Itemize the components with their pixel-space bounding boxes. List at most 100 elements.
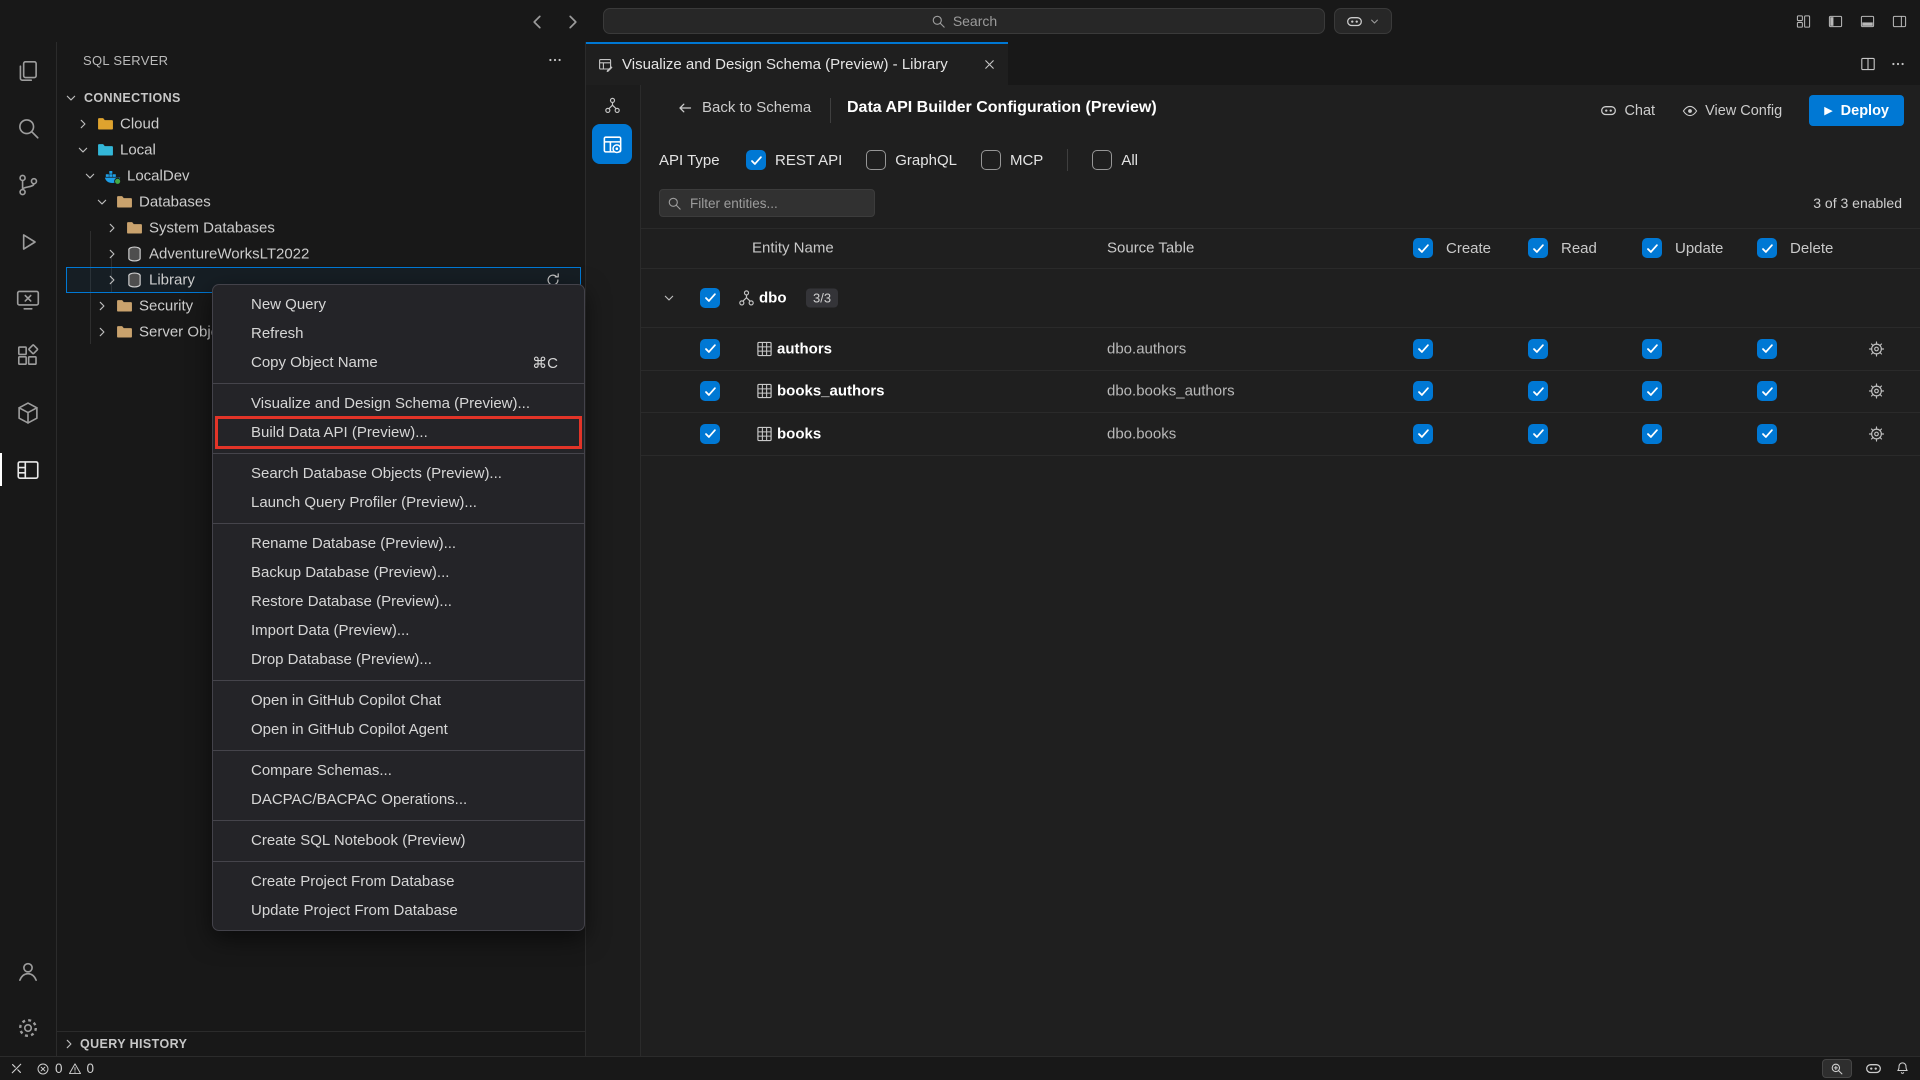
row-settings-gear-icon[interactable] xyxy=(1868,340,1885,357)
all-checkbox[interactable] xyxy=(1092,150,1112,170)
menu-item-compare-schemas[interactable]: Compare Schemas... xyxy=(213,756,584,785)
row-settings-gear-icon[interactable] xyxy=(1868,425,1885,442)
copilot-status-button[interactable] xyxy=(1865,1060,1882,1077)
data-api-builder-panel: Back to Schema Data API Builder Configur… xyxy=(641,85,1920,1056)
account-icon[interactable] xyxy=(0,942,56,999)
tree-item-system-databases[interactable]: System Databases xyxy=(57,215,585,241)
tree-item-cloud[interactable]: Cloud xyxy=(57,111,585,137)
split-editor-button[interactable] xyxy=(1860,56,1876,72)
menu-item-import-data-preview[interactable]: Import Data (Preview)... xyxy=(213,616,584,645)
authors-create-checkbox[interactable] xyxy=(1413,339,1433,359)
create-all-checkbox[interactable] xyxy=(1413,238,1433,258)
update-all-checkbox[interactable] xyxy=(1642,238,1662,258)
run-debug-icon[interactable] xyxy=(0,213,56,270)
explorer-icon[interactable] xyxy=(0,42,56,99)
source-table: dbo.authors xyxy=(1107,340,1186,357)
books_authors-create-checkbox[interactable] xyxy=(1413,381,1433,401)
menu-item-build-data-api-preview[interactable]: Build Data API (Preview)... xyxy=(213,418,584,447)
books-create-checkbox[interactable] xyxy=(1413,424,1433,444)
sql-server-icon[interactable] xyxy=(0,441,56,498)
section-connections[interactable]: CONNECTIONS xyxy=(57,85,585,111)
books_authors-read-checkbox[interactable] xyxy=(1528,381,1548,401)
menu-item-update-project-from-database[interactable]: Update Project From Database xyxy=(213,896,584,925)
remote-explorer-icon[interactable] xyxy=(0,270,56,327)
tree-item-adventureworkslt2022[interactable]: AdventureWorksLT2022 xyxy=(57,241,585,267)
menu-item-backup-database-preview[interactable]: Backup Database (Preview)... xyxy=(213,558,584,587)
tree-item-databases[interactable]: Databases xyxy=(57,189,585,215)
disconnected-icon[interactable] xyxy=(9,1061,24,1076)
editor-more-actions-button[interactable] xyxy=(1890,56,1906,72)
menu-item-refresh[interactable]: Refresh xyxy=(213,319,584,348)
books_authors-row-checkbox[interactable] xyxy=(700,381,720,401)
row-settings-gear-icon[interactable] xyxy=(1868,383,1885,400)
authors-read-checkbox[interactable] xyxy=(1528,339,1548,359)
tree-item-local[interactable]: Local xyxy=(57,137,585,163)
menu-item-copy-object-name[interactable]: Copy Object Name⌘C xyxy=(213,348,584,377)
books_authors-delete-checkbox[interactable] xyxy=(1757,381,1777,401)
menu-item-open-in-github-copilot-agent[interactable]: Open in GitHub Copilot Agent xyxy=(213,715,584,744)
read-all-checkbox[interactable] xyxy=(1528,238,1548,258)
menu-item-create-project-from-database[interactable]: Create Project From Database xyxy=(213,867,584,896)
api-option-graphql[interactable]: GraphQL xyxy=(866,150,957,170)
database-icon xyxy=(126,272,143,289)
tab-visualize-design-schema[interactable]: Visualize and Design Schema (Preview) - … xyxy=(586,42,1008,85)
tree-item-localdev[interactable]: LocalDev xyxy=(57,163,585,189)
zoom-indicator-button[interactable] xyxy=(1822,1059,1852,1078)
menu-item-visualize-and-design-schema-preview[interactable]: Visualize and Design Schema (Preview)... xyxy=(213,389,584,418)
api-option-mcp[interactable]: MCP xyxy=(981,150,1043,170)
books-delete-checkbox[interactable] xyxy=(1757,424,1777,444)
table-icon xyxy=(756,340,773,357)
mcp-checkbox[interactable] xyxy=(981,150,1001,170)
header-actions: Chat View Config ▶ Deploy xyxy=(1600,95,1904,126)
nav-forward-button[interactable] xyxy=(563,12,583,32)
menu-item-dacpac-bacpac-operations[interactable]: DACPAC/BACPAC Operations... xyxy=(213,785,584,814)
menu-item-search-database-objects-preview[interactable]: Search Database Objects (Preview)... xyxy=(213,459,584,488)
menu-item-launch-query-profiler-preview[interactable]: Launch Query Profiler (Preview)... xyxy=(213,488,584,517)
chat-button[interactable]: Chat xyxy=(1600,102,1655,119)
back-to-schema-button[interactable]: Back to Schema xyxy=(677,99,811,116)
books_authors-update-checkbox[interactable] xyxy=(1642,381,1662,401)
menu-item-rename-database-preview[interactable]: Rename Database (Preview)... xyxy=(213,529,584,558)
copilot-icon xyxy=(1346,13,1363,30)
global-search-box[interactable]: Search xyxy=(603,8,1325,34)
menu-item-drop-database-preview[interactable]: Drop Database (Preview)... xyxy=(213,645,584,674)
query-history-section[interactable]: QUERY HISTORY xyxy=(57,1031,585,1056)
copilot-menu-button[interactable] xyxy=(1334,8,1392,34)
books-read-checkbox[interactable] xyxy=(1528,424,1548,444)
tab-close-button[interactable] xyxy=(982,57,997,72)
authors-row-checkbox[interactable] xyxy=(700,339,720,359)
problems-indicator[interactable]: 0 0 xyxy=(36,1061,94,1076)
dbo-group-checkbox[interactable] xyxy=(700,288,720,308)
toggle-panel-button[interactable] xyxy=(1860,14,1875,29)
authors-delete-checkbox[interactable] xyxy=(1757,339,1777,359)
source-control-icon[interactable] xyxy=(0,156,56,213)
data-api-builder-view-button[interactable] xyxy=(592,124,632,164)
customize-layout-button[interactable] xyxy=(1796,14,1811,29)
schema-group-row-dbo[interactable]: dbo 3/3 xyxy=(641,268,1920,327)
books-row-checkbox[interactable] xyxy=(700,424,720,444)
graphql-checkbox[interactable] xyxy=(866,150,886,170)
books-update-checkbox[interactable] xyxy=(1642,424,1662,444)
schema-diagram-view-button[interactable] xyxy=(604,97,621,114)
deploy-button[interactable]: ▶ Deploy xyxy=(1809,95,1904,126)
settings-gear-icon[interactable] xyxy=(0,999,56,1056)
authors-update-checkbox[interactable] xyxy=(1642,339,1662,359)
search-icon[interactable] xyxy=(0,99,56,156)
extensions-icon[interactable] xyxy=(0,327,56,384)
api-option-all[interactable]: All xyxy=(1092,150,1138,170)
menu-item-create-sql-notebook-preview[interactable]: Create SQL Notebook (Preview) xyxy=(213,826,584,855)
view-config-button[interactable]: View Config xyxy=(1682,103,1782,119)
nav-back-button[interactable] xyxy=(527,12,547,32)
delete-all-checkbox[interactable] xyxy=(1757,238,1777,258)
menu-item-open-in-github-copilot-chat[interactable]: Open in GitHub Copilot Chat xyxy=(213,686,584,715)
notifications-button[interactable] xyxy=(1895,1061,1910,1076)
menu-item-restore-database-preview[interactable]: Restore Database (Preview)... xyxy=(213,587,584,616)
filter-entities-input[interactable] xyxy=(659,189,875,217)
toggle-primary-sidebar-button[interactable] xyxy=(1828,14,1843,29)
database-projects-icon[interactable] xyxy=(0,384,56,441)
toggle-secondary-sidebar-button[interactable] xyxy=(1892,14,1907,29)
menu-item-new-query[interactable]: New Query xyxy=(213,290,584,319)
menu-item-label: Open in GitHub Copilot Chat xyxy=(251,692,558,709)
api-option-rest-api[interactable]: REST API xyxy=(746,150,842,170)
rest-api-checkbox[interactable] xyxy=(746,150,766,170)
